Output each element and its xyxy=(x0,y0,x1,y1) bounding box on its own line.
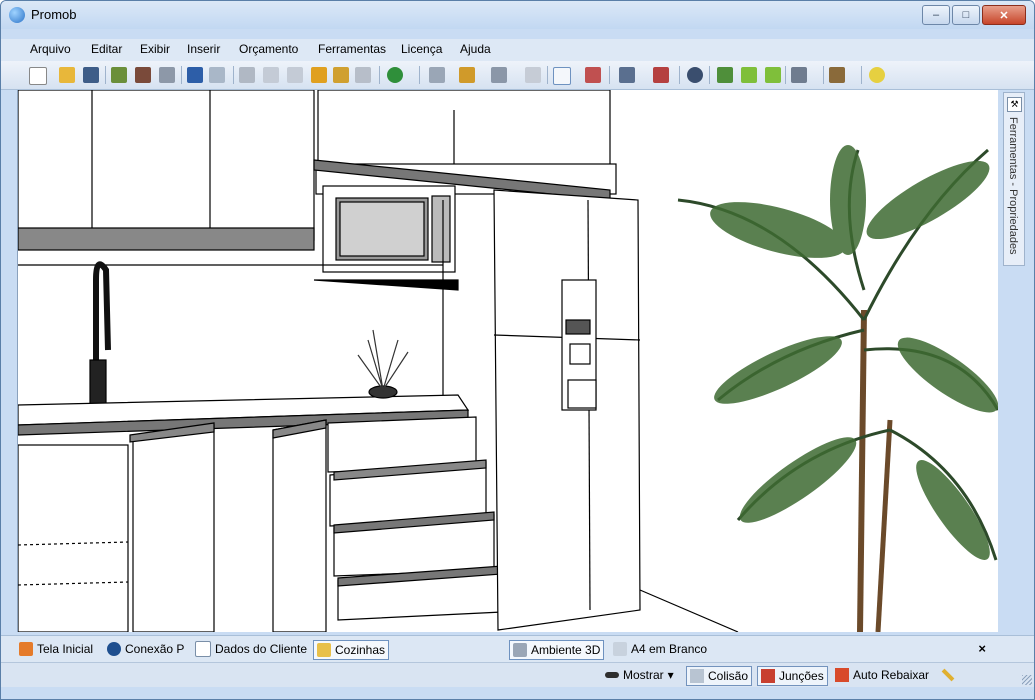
copy-icon[interactable] xyxy=(263,67,279,83)
3d-view-icon xyxy=(513,643,527,657)
layers-icon[interactable] xyxy=(619,67,635,83)
window-icon[interactable] xyxy=(791,67,807,83)
arrow-right-icon[interactable] xyxy=(765,67,781,83)
light-icon[interactable] xyxy=(869,67,885,83)
height-icon[interactable] xyxy=(653,67,669,83)
wrench-button[interactable] xyxy=(941,666,959,684)
resize-grip[interactable] xyxy=(1022,675,1032,685)
tab-label: Tela Inicial xyxy=(37,642,94,656)
menu-ajuda[interactable]: Ajuda xyxy=(460,42,491,56)
colisao-label: Colisão xyxy=(708,669,749,683)
auto-rebaixar-label: Auto Rebaixar xyxy=(853,668,930,682)
tab-conexao-p[interactable]: Conexão P xyxy=(107,640,184,658)
tab-label: Dados do Cliente xyxy=(215,642,308,656)
colisao-toggle[interactable]: Colisão xyxy=(686,666,753,686)
brush-icon[interactable] xyxy=(311,67,327,83)
render2-icon[interactable] xyxy=(135,67,151,83)
menu-editar[interactable]: Editar xyxy=(91,42,122,56)
promob-logo-icon xyxy=(9,7,25,23)
budget-icon[interactable] xyxy=(387,67,403,83)
wrench-icon xyxy=(941,668,955,682)
app-window: Promob – □ ✕ Arquivo Editar Exibir Inser… xyxy=(0,0,1035,700)
pin-icon[interactable]: ⚒ xyxy=(1007,97,1022,112)
menu-ferramentas[interactable]: Ferramentas xyxy=(318,42,386,56)
open-icon[interactable] xyxy=(59,67,75,83)
status-bar: Mostrar ▾ Colisão Junções Auto Rebaixar xyxy=(1,662,1034,687)
menu-orcamento[interactable]: Orçamento xyxy=(239,42,298,56)
arrow-left-icon[interactable] xyxy=(741,67,757,83)
delete-icon[interactable] xyxy=(355,67,371,83)
folder-icon xyxy=(317,643,331,657)
side-panel-label[interactable]: Ferramentas - Propriedades xyxy=(1007,117,1019,255)
window-title: Promob xyxy=(31,7,77,22)
mostrar-dropdown[interactable]: Mostrar ▾ xyxy=(605,666,674,684)
cut-icon[interactable] xyxy=(239,67,255,83)
box-icon[interactable] xyxy=(829,67,845,83)
tab-dados-do-cliente[interactable]: Dados do Cliente xyxy=(195,640,307,658)
toolbar xyxy=(1,61,1034,90)
dimension-icon[interactable] xyxy=(491,67,507,83)
minimize-button[interactable]: – xyxy=(922,5,950,25)
menu-licenca[interactable]: Licença xyxy=(401,42,442,56)
menu-arquivo[interactable]: Arquivo xyxy=(30,42,71,56)
tab-label: Conexão P xyxy=(125,642,185,656)
redo-icon[interactable] xyxy=(209,67,225,83)
lower-icon xyxy=(835,668,849,682)
page-icon xyxy=(613,642,627,656)
tab-cozinhas[interactable]: Cozinhas xyxy=(313,640,390,660)
title-bar[interactable]: Promob – □ ✕ xyxy=(1,1,1034,29)
close-button[interactable]: ✕ xyxy=(982,5,1026,25)
kitchen-render xyxy=(18,90,998,632)
select-icon[interactable] xyxy=(553,67,571,85)
home-icon xyxy=(19,642,33,656)
tab-a4-em-branco[interactable]: A4 em Branco xyxy=(613,640,707,658)
paste-icon[interactable] xyxy=(287,67,303,83)
chevron-down-icon: ▾ xyxy=(667,668,674,682)
collision-icon xyxy=(690,669,704,683)
tab-label: A4 em Branco xyxy=(631,642,708,656)
undo-icon[interactable] xyxy=(187,67,203,83)
document-icon xyxy=(195,641,211,657)
tab-ambiente-3d[interactable]: Ambiente 3D xyxy=(509,640,605,660)
connection-icon xyxy=(107,642,121,656)
juncoes-label: Junções xyxy=(779,669,824,683)
tools-properties-panel[interactable]: ⚒ Ferramentas - Propriedades xyxy=(1003,92,1025,266)
save-icon[interactable] xyxy=(83,67,99,83)
measure-icon[interactable] xyxy=(585,67,601,83)
close-tab-button[interactable]: × xyxy=(978,641,986,656)
menu-exibir[interactable]: Exibir xyxy=(140,42,170,56)
menu-bar: Arquivo Editar Exibir Inserir Orçamento … xyxy=(1,39,1034,61)
print-icon[interactable] xyxy=(159,67,175,83)
tab-label: Ambiente 3D xyxy=(531,643,601,657)
document-tabs: Tela Inicial Conexão P Dados do Cliente … xyxy=(1,635,1034,662)
maximize-button[interactable]: □ xyxy=(952,5,980,25)
new-icon[interactable] xyxy=(29,67,47,85)
auto-rebaixar-toggle[interactable]: Auto Rebaixar xyxy=(835,666,929,684)
junctions-icon xyxy=(761,669,775,683)
glasses-icon xyxy=(605,672,619,678)
juncoes-toggle[interactable]: Junções xyxy=(757,666,828,686)
paint-icon[interactable] xyxy=(333,67,349,83)
rotate-icon[interactable] xyxy=(717,67,733,83)
bar-icon[interactable] xyxy=(525,67,541,83)
mostrar-label: Mostrar xyxy=(623,668,664,682)
tab-tela-inicial[interactable]: Tela Inicial xyxy=(19,640,93,658)
tab-label: Cozinhas xyxy=(335,643,386,657)
view-icon[interactable] xyxy=(687,67,703,83)
menu-inserir[interactable]: Inserir xyxy=(187,42,220,56)
layout-icon[interactable] xyxy=(429,67,445,83)
3d-viewport[interactable] xyxy=(17,90,998,632)
render-icon[interactable] xyxy=(111,67,127,83)
modules-icon[interactable] xyxy=(459,67,475,83)
